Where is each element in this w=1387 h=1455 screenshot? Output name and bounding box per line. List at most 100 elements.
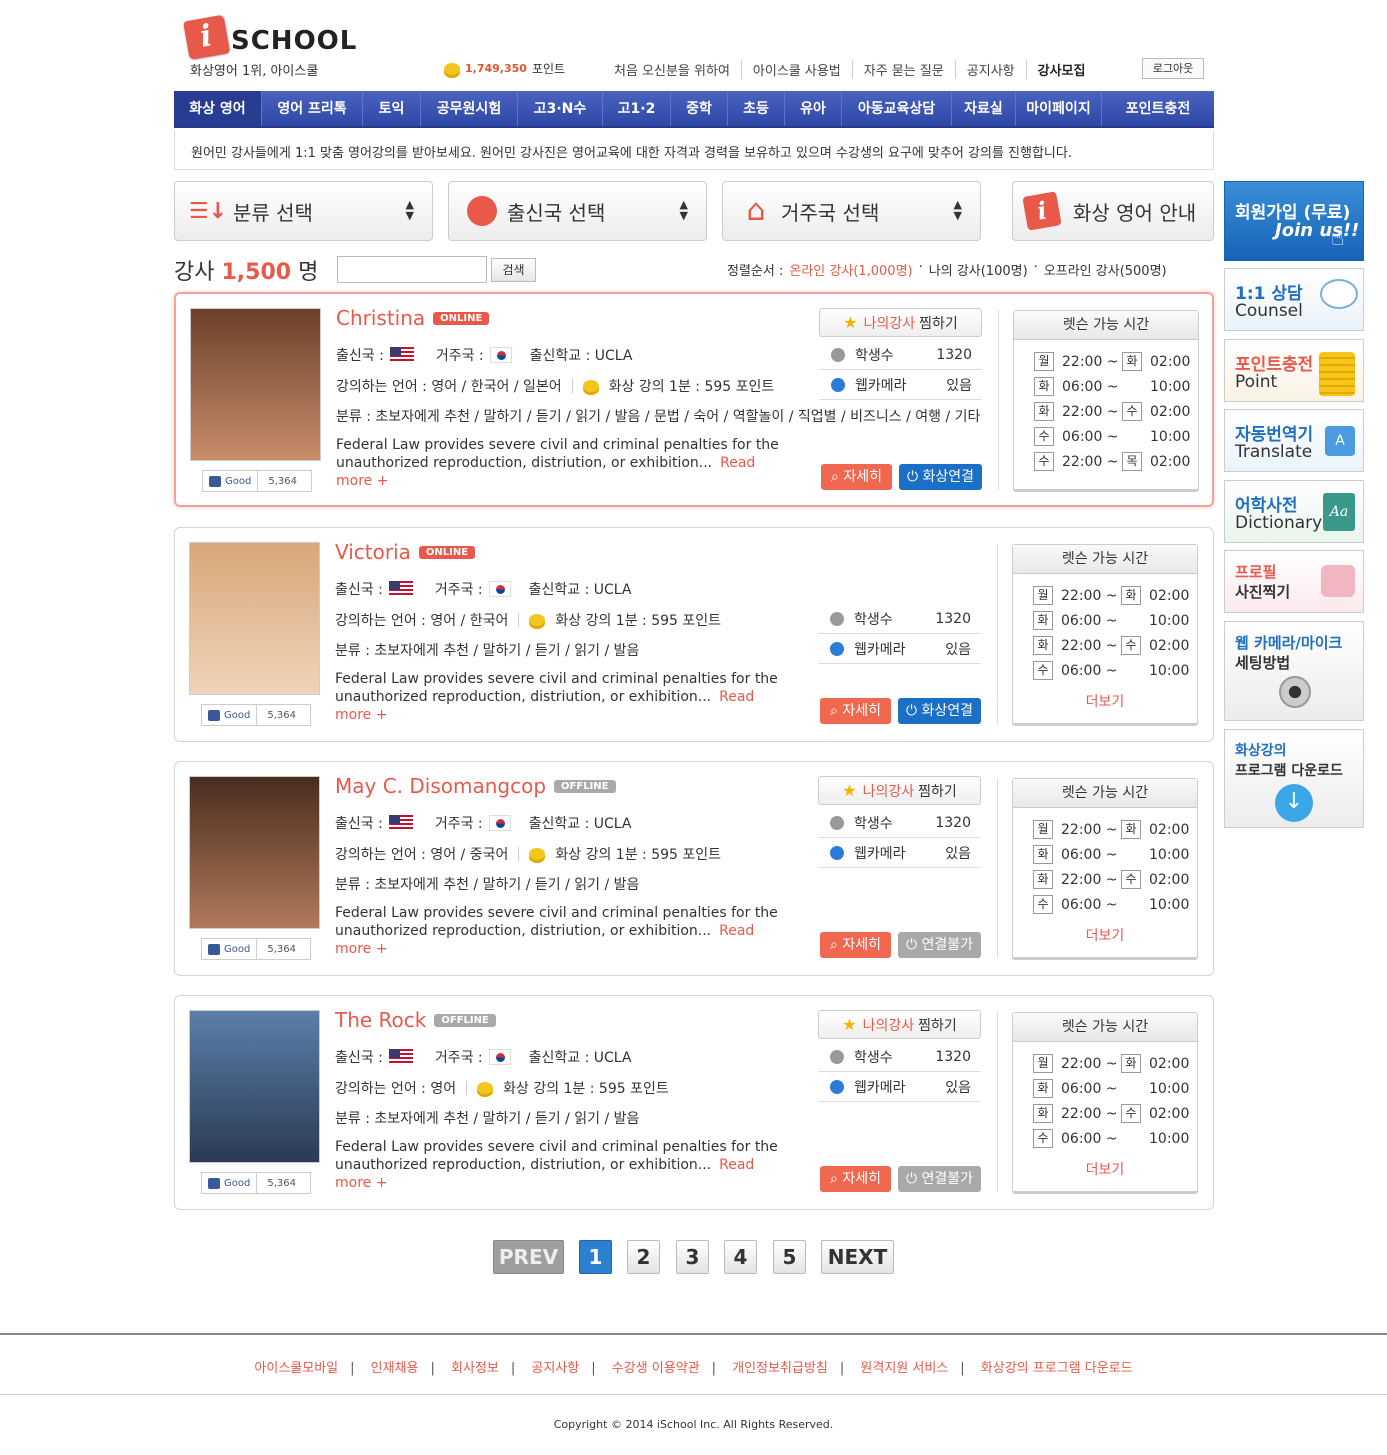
nav-item-kids[interactable]: 유아	[785, 91, 842, 126]
translate-banner[interactable]: 자동번역기 Translate A	[1224, 409, 1364, 472]
top-link-notice[interactable]: 공지사항	[954, 60, 1026, 79]
top-link-howto[interactable]: 아이스쿨 사용법	[740, 60, 852, 79]
profile-photo-title: 프로필	[1235, 563, 1277, 581]
good-button[interactable]: Good 5,364	[201, 1172, 311, 1194]
intro-text: 원어민 강사들에게 1:1 맞춤 영어강의를 받아보세요. 원어민 강사진은 영…	[174, 130, 1214, 170]
nav-item-elementary[interactable]: 초등	[728, 91, 785, 126]
teacher-name[interactable]: Christina	[336, 306, 425, 330]
good-button[interactable]: Good 5,364	[201, 704, 311, 726]
residence-select[interactable]: ⌂ 거주국 선택 ▲ ▼	[722, 181, 981, 241]
profile-photo-banner[interactable]: 프로필 사진찍기	[1224, 550, 1364, 613]
nav-item-toeic[interactable]: 토익	[363, 91, 421, 126]
top-link-recruit[interactable]: 강사모집	[1025, 60, 1097, 79]
teacher-photo[interactable]	[189, 1010, 320, 1163]
good-button[interactable]: Good 5,364	[202, 470, 312, 492]
detail-button[interactable]: ⌕ 자세히	[820, 932, 891, 958]
schedule-more-link[interactable]: 더보기	[1013, 925, 1197, 945]
logo-icon[interactable]: i	[183, 14, 229, 60]
day-badge: 월	[1033, 820, 1053, 839]
footer-link-mobile[interactable]: 아이스쿨모바일	[242, 1361, 350, 1376]
favorite-button[interactable]: ★ 나의강사 찜하기	[818, 1010, 981, 1039]
start-time: 06:00 ~	[1062, 378, 1119, 395]
favorite-button[interactable]: ★ 나의강사 찜하기	[818, 776, 981, 805]
footer-link-remote-support[interactable]: 원격지원 서비스	[848, 1361, 960, 1376]
webcam-setup-title: 웹 카메라/마이크	[1235, 634, 1343, 652]
teacher-photo[interactable]	[190, 308, 321, 461]
top-link-first-visit[interactable]: 처음 오신분을 위하여	[614, 60, 741, 79]
footer-link-jobs[interactable]: 인재채용	[359, 1361, 431, 1376]
guide-button-label: 화상 영어 안내	[1073, 200, 1197, 225]
footer-link-terms[interactable]: 수강생 이용약관	[600, 1361, 712, 1376]
origin-label: 출신국 :	[335, 816, 383, 832]
teacher-name[interactable]: The Rock	[335, 1008, 426, 1032]
teacher-photo[interactable]	[189, 776, 320, 929]
join-sub: Join us!!	[1275, 220, 1360, 241]
search-input[interactable]	[337, 256, 487, 283]
nav-item-point-charge[interactable]: 포인트충전	[1102, 91, 1214, 126]
logout-button[interactable]: 로그아웃	[1142, 58, 1204, 79]
sort-offline[interactable]: 오프라인 강사(500명)	[1044, 260, 1167, 279]
footer-link-download[interactable]: 화상강의 프로그램 다운로드	[969, 1361, 1145, 1376]
connect-button[interactable]: ⏻ 화상연결	[899, 464, 982, 490]
counsel-banner[interactable]: 1:1 상담 Counsel	[1224, 268, 1364, 331]
good-button[interactable]: Good 5,364	[201, 938, 311, 960]
page-1-button[interactable]: 1	[579, 1240, 612, 1274]
logo-text[interactable]: SCHOOL	[231, 26, 357, 56]
dictionary-banner[interactable]: 어학사전 Dictionary Aa	[1224, 480, 1364, 543]
favorite-button[interactable]: ★ 나의강사 찜하기	[819, 308, 982, 337]
schedule-more-link[interactable]: 더보기	[1013, 1159, 1197, 1179]
nav-item-grade10-11[interactable]: 고1·2	[603, 91, 671, 126]
nav-item-video-english[interactable]: 화상 영어	[174, 91, 262, 126]
download-banner[interactable]: 화상강의 프로그램 다운로드 ↓	[1224, 729, 1364, 828]
footer-link-privacy[interactable]: 개인정보취급방침	[720, 1361, 840, 1376]
card-divider	[998, 310, 999, 490]
teacher-photo[interactable]	[189, 542, 320, 695]
search-button[interactable]: 검색	[491, 258, 536, 282]
nav-item-mypage[interactable]: 마이페이지	[1016, 91, 1102, 126]
end-time: 02:00	[1150, 353, 1191, 370]
nav-item-middle[interactable]: 중학	[671, 91, 728, 126]
power-icon: ⏻	[906, 469, 923, 485]
footer-link-notice[interactable]: 공지사항	[519, 1361, 591, 1376]
card-divider	[997, 778, 998, 958]
nav-item-civil-exam[interactable]: 공무원시험	[421, 91, 518, 126]
join-banner[interactable]: 회원가입 (무료) Join us!! ☝	[1224, 181, 1364, 261]
page-3-button[interactable]: 3	[676, 1240, 709, 1274]
nav-item-resources[interactable]: 자료실	[952, 91, 1016, 126]
page-4-button[interactable]: 4	[724, 1240, 757, 1274]
connect-button[interactable]: ⏻ 화상연결	[898, 698, 981, 724]
day-badge: 수	[1121, 1104, 1141, 1123]
point-banner[interactable]: 포인트충전 Point	[1224, 339, 1364, 402]
page-5-button[interactable]: 5	[773, 1240, 806, 1274]
detail-button[interactable]: ⌕ 자세히	[821, 464, 892, 490]
end-time: 10:00	[1150, 378, 1191, 395]
top-link-faq[interactable]: 자주 묻는 질문	[851, 60, 955, 79]
teacher-name[interactable]: May C. Disomangcop	[335, 774, 546, 798]
page-2-button[interactable]: 2	[627, 1240, 660, 1274]
connect-label: 화상연결	[922, 469, 975, 485]
next-page-button[interactable]: NEXT	[821, 1240, 894, 1274]
teacher-name[interactable]: Victoria	[335, 540, 411, 564]
end-time: 02:00	[1149, 637, 1190, 654]
coin-icon	[582, 380, 599, 392]
category-select[interactable]: ☰↓ 분류 선택 ▲ ▼	[174, 181, 433, 241]
origin-label: 출신국 :	[335, 1050, 383, 1066]
footer-link-company[interactable]: 회사정보	[439, 1361, 511, 1376]
category-text: 분류 : 초보자에게 추천 / 말하기 / 듣기 / 읽기 / 발음	[335, 643, 640, 659]
card-divider	[997, 1012, 998, 1192]
prev-page-button[interactable]: PREV	[493, 1240, 564, 1274]
origin-select[interactable]: 출신국 선택 ▲ ▼	[448, 181, 707, 241]
sort-online[interactable]: 온라인 강사(1,000명)	[789, 260, 912, 279]
guide-button[interactable]: i 화상 영어 안내	[1012, 181, 1214, 241]
detail-button[interactable]: ⌕ 자세히	[820, 698, 891, 724]
nav-item-child-counsel[interactable]: 아동교육상담	[842, 91, 952, 126]
webcam-setup-banner[interactable]: 웹 카메라/마이크 세팅방법	[1224, 621, 1364, 721]
nav-item-grade12[interactable]: 고3·N수	[518, 91, 603, 126]
schedule-more-link[interactable]: 더보기	[1013, 691, 1197, 711]
detail-button[interactable]: ⌕ 자세히	[820, 1166, 891, 1192]
nav-item-free-talk[interactable]: 영어 프리톡	[262, 91, 363, 126]
schedule-row: 화 06:00 ~ 10:00	[1033, 845, 1189, 864]
teacher-card: Good 5,364 May C. Disomangcop OFFLINE 출신…	[174, 761, 1214, 976]
sort-mine[interactable]: 나의 강사(100명)	[929, 260, 1028, 279]
info-icon: i	[1022, 191, 1062, 231]
